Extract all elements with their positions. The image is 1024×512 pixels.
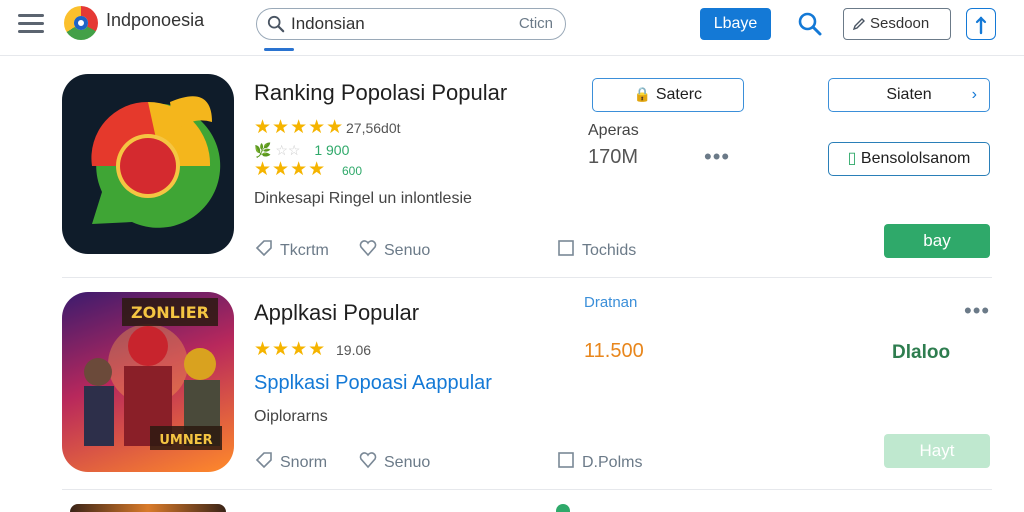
session-button[interactable]: Sesdoon [843,8,951,40]
get-button-disabled[interactable]: Hayt [884,434,990,468]
list-item-partial[interactable] [62,492,992,512]
search-active-indicator [264,48,294,51]
game-art-icon: ZONLIER UMNER [84,298,222,450]
brand-green-label: Dlaloo [892,342,951,363]
chat-logo-icon [91,96,221,228]
side-button[interactable]: Siaten › [828,78,990,112]
more-options-icon[interactable]: ••• [704,144,730,170]
rating-stars-secondary: ★★★★ [254,159,327,180]
brand-logo [64,6,98,40]
heart-icon [359,452,377,469]
search-icon[interactable] [797,11,823,37]
app-icon-partial [70,504,226,512]
side-button-label: Siaten [886,86,932,103]
meta-mid-label: Senuo [384,242,431,259]
rating-stars: ★★★★ [254,339,327,360]
save-button[interactable]: 🔒 Saterc [592,78,744,112]
leaf-icon: 🌿 [254,142,272,158]
info-value: 170M [588,146,639,168]
app-description: Dinkesapi Ringel un inlontlesie [254,190,472,207]
meta-item-left[interactable]: Tkcrtm [254,238,329,260]
faded-stars: ☆☆ [275,142,301,158]
app-store-page: Indponoesia Cticn Lbaye Sesdoon [0,0,1024,512]
rating-stars: ★★★★★ [254,117,345,138]
document-icon [558,452,574,468]
meta-item-mid[interactable]: Senuo [358,238,430,260]
meta-right-label: Tochids [582,242,637,259]
secondary-button-label: Bensololsanom [860,150,971,167]
meta-left-label: Snorm [280,454,328,471]
heart-icon [359,240,377,257]
search-mode-label[interactable]: Cticn [519,15,553,32]
brand-name: Indponoesia [106,10,205,30]
app-title[interactable]: Applkasi Popular [254,300,419,326]
chevron-right-icon: › [971,86,977,103]
rating-count: 19.06 [336,342,372,358]
meta-left-label: Tkcrtm [280,242,329,259]
search-icon [267,15,285,33]
more-options-icon[interactable]: ••• [964,298,990,324]
meta-item-mid[interactable]: Senuo [358,450,430,472]
document-icon [558,240,574,256]
meta-item-left[interactable]: Snorm [254,450,327,472]
sub-rating-value: 1 900 [314,142,350,158]
status-dot-icon [556,504,570,512]
info-button[interactable] [966,8,996,40]
category-label: Dratnan [584,294,638,311]
sub-rating-value-2: 600 [342,164,363,178]
buy-button[interactable]: bay [884,224,990,258]
meta-item-right[interactable]: Tochids [556,238,636,260]
list-item[interactable]: Ranking Popolasi Popular ★★★★★ 27,56d0t … [62,62,992,278]
app-icon[interactable]: ZONLIER UMNER [62,292,234,472]
meta-right-label: D.Polms [582,454,643,471]
secondary-button[interactable]: ▯ Bensololsanom [828,142,990,176]
info-icon [975,16,987,35]
tag-icon [255,452,272,469]
svg-text:ZONLIER: ZONLIER [131,303,209,322]
login-button[interactable]: Lbaye [700,8,771,40]
price-value: 11.500 [584,340,644,362]
info-label: Aperas [588,122,639,139]
sub-badge-row: 🌿 ☆☆ 1 900 [254,142,349,159]
bookmark-icon: ▯ [847,150,857,167]
app-description: Oiplorarns [254,408,328,425]
rating-count: 27,56d0t [346,120,401,136]
meta-mid-label: Senuo [384,454,431,471]
pencil-icon [852,18,865,31]
search-input[interactable] [291,12,491,36]
search-box[interactable]: Cticn [256,8,566,40]
svg-text:UMNER: UMNER [159,433,212,448]
app-icon[interactable] [62,74,234,254]
session-button-label: Sesdoon [870,15,930,32]
save-button-label: Saterc [655,86,703,103]
lock-icon: 🔒 [633,86,652,102]
menu-icon[interactable] [18,14,44,34]
meta-item-right[interactable]: D.Polms [556,450,642,472]
top-bar: Indponoesia Cticn Lbaye Sesdoon [0,0,1024,56]
tag-icon [255,240,272,257]
list-item[interactable]: ZONLIER UMNER Applkasi Popular ★★★★ 19.0… [62,280,992,490]
app-title[interactable]: Ranking Popolasi Popular [254,80,507,106]
subtitle-link[interactable]: Spplkasi Popoasi Aappular [254,372,492,395]
